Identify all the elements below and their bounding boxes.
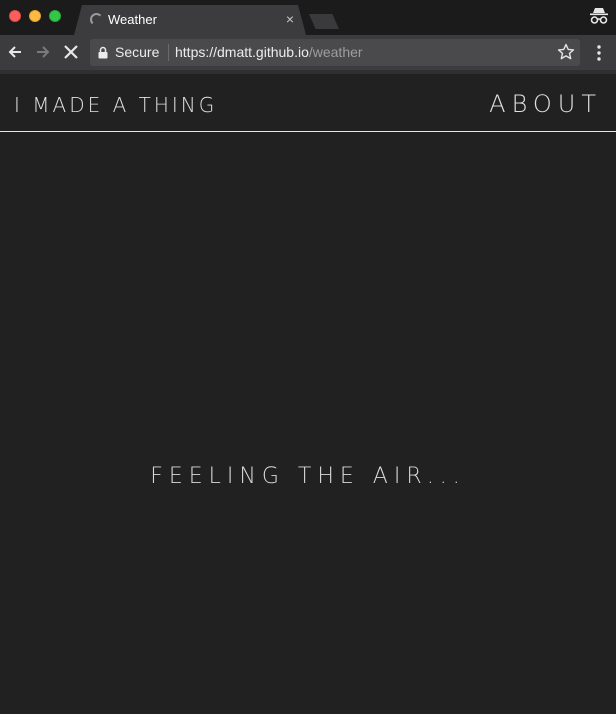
zoom-window-button[interactable] [49, 10, 61, 22]
url-host: https://dmatt.github.io [175, 44, 309, 60]
lock-icon [98, 46, 108, 59]
security-label: Secure [115, 44, 160, 60]
about-nav-link[interactable]: ABOUT [489, 90, 602, 118]
incognito-icon [590, 8, 608, 24]
address-bar[interactable]: Secure https://dmatt.github.io/weather [90, 39, 580, 66]
url-text[interactable]: https://dmatt.github.io/weather [175, 44, 363, 60]
back-arrow-icon[interactable] [4, 41, 26, 63]
site-brand-link[interactable]: I MADE A THING [14, 93, 217, 117]
minimize-window-button[interactable] [29, 10, 41, 22]
browser-toolbar: Secure https://dmatt.github.io/weather [0, 35, 616, 70]
window-titlebar: Weather × [0, 0, 616, 35]
loading-spinner-icon [90, 13, 103, 26]
site-header: I MADE A THING ABOUT [0, 74, 616, 132]
tab-weather[interactable]: Weather × [74, 5, 306, 35]
close-window-button[interactable] [9, 10, 21, 22]
menu-dots-icon[interactable] [590, 42, 608, 64]
page-viewport: I MADE A THING ABOUT FEELING THE AIR... [0, 74, 616, 714]
forward-arrow-icon[interactable] [32, 41, 54, 63]
stop-loading-icon[interactable] [60, 41, 82, 63]
address-divider [168, 44, 169, 61]
bookmark-star-icon[interactable] [557, 43, 575, 61]
loading-status-text: FEELING THE AIR... [150, 464, 466, 489]
tab-close-icon[interactable]: × [286, 11, 294, 27]
tab-title: Weather [108, 12, 157, 27]
new-tab-button[interactable] [309, 14, 339, 29]
url-path: /weather [308, 44, 363, 60]
